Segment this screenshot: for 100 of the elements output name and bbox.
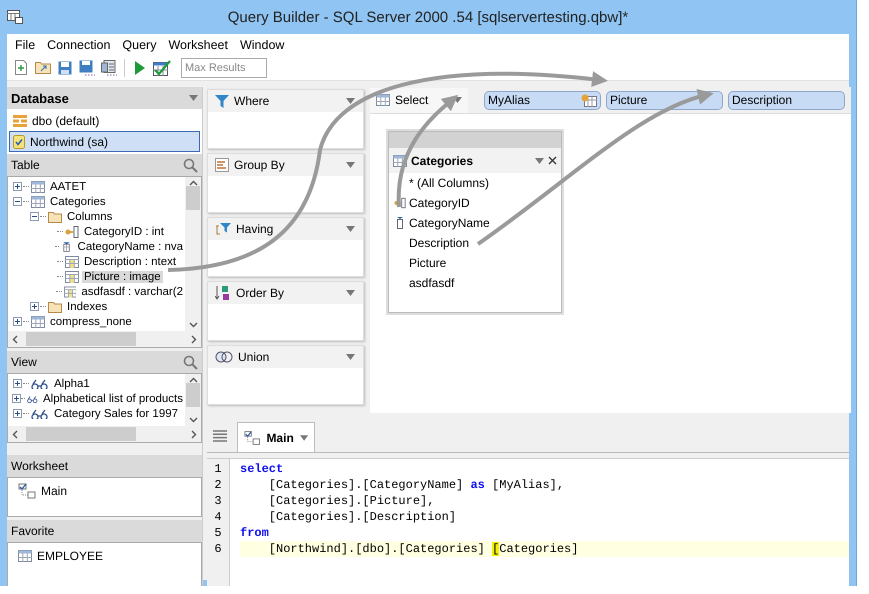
folder-icon	[35, 61, 51, 74]
caret-icon	[346, 354, 355, 360]
filter-icon	[215, 94, 229, 108]
glasses-icon	[31, 408, 49, 418]
plus-icon	[14, 318, 21, 325]
chevron-up-icon	[188, 377, 198, 383]
menu-item[interactable]: File	[9, 38, 42, 52]
scroll-thumb[interactable]	[26, 427, 136, 441]
alias-icon	[581, 94, 597, 106]
tree-item[interactable]: Categories	[48, 196, 108, 208]
search-icon	[183, 354, 198, 370]
menu-item[interactable]: Connection	[41, 38, 116, 52]
line-number: 4	[213, 509, 223, 525]
caret-icon	[453, 97, 462, 103]
column-name[interactable]: Picture	[409, 256, 446, 270]
tree-item[interactable]: compress_none	[48, 316, 134, 328]
horizontal-scrollbar[interactable]	[8, 331, 201, 347]
tree-toggle[interactable]	[13, 182, 22, 191]
column-name[interactable]: CategoryID	[409, 196, 470, 210]
chevron-down-icon	[188, 322, 198, 328]
vertical-scrollbar[interactable]	[185, 374, 201, 426]
scroll-thumb[interactable]	[186, 383, 200, 407]
database-item[interactable]: Northwind (sa)	[9, 131, 200, 152]
max-results-field[interactable]: Max Results	[181, 58, 267, 78]
caret-icon	[189, 95, 198, 101]
tree-toggle[interactable]	[13, 379, 22, 388]
worksheet-icon	[244, 430, 260, 446]
sheet-entry[interactable]: Main	[41, 484, 68, 498]
union-icon	[215, 351, 233, 363]
app-icon	[7, 10, 23, 24]
plus-icon	[14, 380, 21, 387]
scroll-thumb[interactable]	[186, 186, 200, 210]
menu-item[interactable]: Window	[234, 38, 290, 52]
panel-title: Favorite	[11, 524, 54, 538]
column-icon	[64, 286, 76, 298]
database-item[interactable]: dbo (default)	[9, 110, 200, 131]
toolbar-button[interactable]	[12, 58, 30, 76]
tree-item[interactable]: Columns	[65, 210, 114, 222]
tree-item[interactable]: Picture : image	[82, 270, 163, 282]
line-number: 1	[213, 461, 223, 477]
tree-item[interactable]: Description : ntext	[82, 256, 178, 268]
chevron-right-icon	[191, 430, 197, 438]
tree-toggle[interactable]	[30, 302, 39, 311]
column-name[interactable]: CategoryName	[409, 216, 490, 230]
sql-editor[interactable]: 1 2 3 4 5 6 select [Categories].[CategoryName] as [MyAlias], [Categories].[Picture], [Categories].[Description] from [Northwind].[dbo].[Categories] [Categories]	[207, 458, 849, 586]
tree-toggle[interactable]	[13, 317, 22, 326]
table-card-title: Categories	[411, 154, 474, 168]
tree-toggle[interactable]	[13, 409, 22, 418]
caret-icon	[346, 162, 355, 168]
tree-item[interactable]: CategoryName : nva	[76, 240, 185, 252]
tree-item[interactable]: Category Sales for 1997	[52, 408, 180, 420]
tree-item[interactable]: Alphabetical list of products	[41, 392, 185, 404]
clause-title: Having	[236, 222, 274, 236]
vertical-scrollbar[interactable]	[185, 177, 201, 331]
worksheet-icon	[18, 483, 36, 499]
tree-item[interactable]: CategoryID : int	[82, 226, 166, 238]
toolbar-button[interactable]	[100, 58, 118, 76]
menu-item[interactable]: Worksheet	[162, 38, 234, 52]
panel-title: Worksheet	[11, 459, 68, 473]
tree-toggle[interactable]	[13, 197, 22, 206]
favorite-entry[interactable]: EMPLOYEE	[37, 549, 104, 563]
panel-title: Table	[11, 158, 40, 172]
tree-item[interactable]: asdfasdf : varchar(2	[79, 286, 185, 298]
tree-item[interactable]: Indexes	[65, 300, 110, 312]
menu-item[interactable]: Query	[116, 38, 162, 52]
horizontal-scrollbar[interactable]	[8, 426, 201, 442]
tree-item[interactable]: Alpha1	[52, 378, 92, 390]
select-field[interactable]: Description	[728, 90, 845, 110]
column-name[interactable]: asdfasdf	[409, 276, 454, 290]
line-number: 6	[213, 541, 223, 557]
toolbar-button[interactable]	[153, 58, 171, 76]
new-file-icon	[15, 60, 27, 75]
chevron-down-icon	[188, 417, 198, 423]
glasses-icon	[31, 378, 49, 388]
table-card[interactable]: Categories * (All Columns) CategoryID CategoryName Description Picture asdfasdf	[388, 131, 562, 313]
clause-title: Order By	[236, 286, 286, 300]
glasses-icon	[26, 394, 38, 404]
indexed-column-icon	[397, 217, 403, 229]
minus-icon	[14, 198, 21, 205]
column-name[interactable]: * (All Columns)	[409, 176, 490, 190]
menu-icon	[213, 430, 227, 442]
toolbar-button[interactable]	[78, 58, 96, 76]
line-number: 3	[213, 493, 223, 509]
table-icon	[18, 550, 32, 562]
tree-item[interactable]: AATET	[48, 180, 88, 192]
grid-check-icon	[153, 60, 171, 76]
save-icon	[58, 60, 72, 74]
chevron-left-icon	[12, 334, 18, 344]
select-icon	[376, 94, 390, 106]
search-icon	[183, 158, 198, 172]
tree-toggle[interactable]	[12, 394, 21, 403]
worksheet-tab[interactable]: Main	[237, 422, 315, 452]
code-line: [Categories].[Picture],	[268, 493, 436, 509]
column-name[interactable]: Description	[409, 236, 470, 250]
clause-title: Union	[238, 350, 270, 364]
tree-toggle[interactable]	[30, 212, 39, 221]
clause-title: Group By	[234, 158, 286, 172]
toolbar-button[interactable]	[56, 58, 74, 76]
scroll-thumb[interactable]	[26, 332, 136, 346]
select-field[interactable]: MyAlias	[484, 90, 601, 110]
